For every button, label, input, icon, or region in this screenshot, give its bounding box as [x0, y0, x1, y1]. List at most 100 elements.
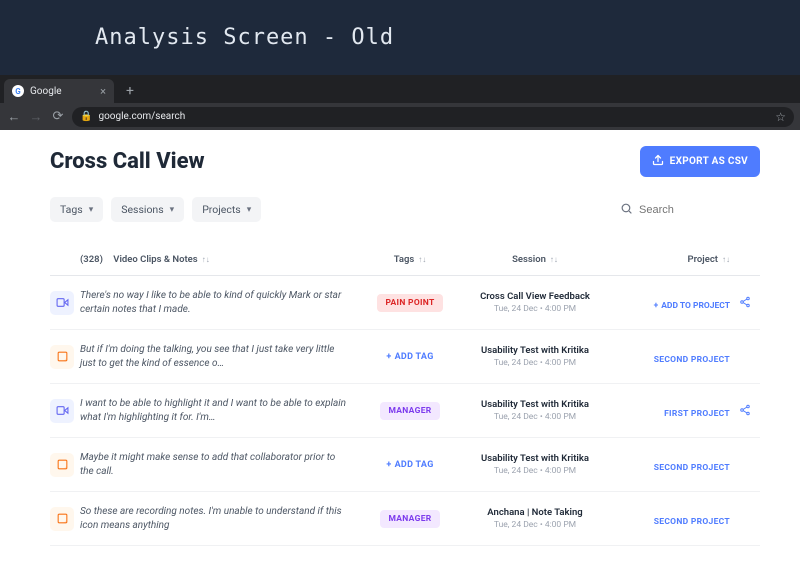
- session-date: Tue, 24 Dec • 4:00 PM: [460, 412, 610, 422]
- project-link[interactable]: SECOND PROJECT: [654, 517, 730, 527]
- add-to-project-label: ADD TO PROJECT: [661, 301, 730, 311]
- table-row[interactable]: So these are recording notes. I'm unable…: [50, 492, 760, 546]
- back-icon[interactable]: ←: [6, 109, 22, 125]
- session-cell: Usability Test with Kritika Tue, 24 Dec •…: [460, 345, 610, 368]
- search-icon: [620, 202, 633, 218]
- clip-text: But if I'm doing the talking, you see th…: [80, 343, 360, 370]
- filter-projects-label: Projects: [202, 203, 241, 216]
- filter-sessions[interactable]: Sessions ▾: [111, 197, 184, 222]
- session-date: Tue, 24 Dec • 4:00 PM: [460, 358, 610, 368]
- add-tag-button[interactable]: + ADD TAG: [386, 352, 433, 362]
- project-cell: + ADD TO PROJECT: [610, 293, 730, 312]
- lock-icon: 🔒: [80, 111, 92, 122]
- table-row[interactable]: I want to be able to highlight it and I …: [50, 384, 760, 438]
- col-session[interactable]: Session ↑↓: [460, 254, 610, 265]
- presentation-title-bar: Analysis Screen - Old: [0, 0, 800, 75]
- toolbar: ← → ⟳ 🔒 google.com/search ☆: [0, 103, 800, 130]
- session-name: Cross Call View Feedback: [460, 291, 610, 302]
- project-link[interactable]: SECOND PROJECT: [654, 355, 730, 365]
- search-input[interactable]: [639, 204, 760, 216]
- col-clips[interactable]: (328) Video Clips & Notes ↑↓: [80, 254, 360, 265]
- add-tag-button[interactable]: +ADD TAG: [386, 460, 433, 470]
- clip-text: So these are recording notes. I'm unable…: [80, 505, 360, 532]
- tag-cell: PAIN POINT: [360, 294, 460, 312]
- col-project-label: Project: [688, 254, 718, 265]
- google-favicon: G: [12, 85, 24, 97]
- export-csv-button[interactable]: EXPORT AS CSV: [640, 146, 760, 177]
- session-name: Usability Test with Kritika: [460, 345, 610, 356]
- table-row[interactable]: But if I'm doing the talking, you see th…: [50, 330, 760, 384]
- tag-cell: + ADD TAG: [360, 352, 460, 362]
- session-name: Usability Test with Kritika: [460, 399, 610, 410]
- note-icon: [50, 507, 74, 531]
- tag-pill[interactable]: MANAGER: [380, 402, 439, 420]
- table-row[interactable]: Maybe it might make sense to add that co…: [50, 438, 760, 492]
- share-cell: [730, 401, 760, 420]
- browser-tab[interactable]: G Google ×: [4, 79, 114, 103]
- search-field[interactable]: [620, 202, 760, 218]
- table-body: There's no way I like to be able to kind…: [50, 276, 760, 546]
- sort-icon: ↑↓: [202, 255, 210, 264]
- chevron-down-icon: ▾: [89, 205, 94, 215]
- session-cell: Usability Test with Kritika Tue, 24 Dec •…: [460, 399, 610, 422]
- tag-pill[interactable]: MANAGER: [380, 510, 439, 528]
- session-cell: Cross Call View FeedbackTue, 24 Dec • 4:…: [460, 291, 610, 314]
- add-tag-label: ADD TAG: [395, 352, 434, 362]
- session-name: Anchana | Note Taking: [460, 507, 610, 518]
- tag-cell: MANAGER: [360, 402, 460, 420]
- project-link[interactable]: FIRST PROJECT: [664, 409, 730, 419]
- upload-icon: [652, 154, 664, 169]
- add-to-project-button[interactable]: + ADD TO PROJECT: [654, 301, 730, 311]
- session-date: Tue, 24 Dec • 4:00 PM: [460, 466, 610, 476]
- share-icon[interactable]: [739, 293, 751, 312]
- filter-tags[interactable]: Tags ▾: [50, 197, 103, 222]
- project-cell: SECOND PROJECT: [610, 347, 730, 366]
- session-date: Tue, 24 Dec • 4:00 PM: [460, 520, 610, 530]
- project-cell: SECOND PROJECT: [610, 509, 730, 528]
- col-tags-label: Tags: [394, 254, 415, 265]
- url-text: google.com/search: [98, 111, 185, 122]
- reload-icon[interactable]: ⟳: [50, 109, 66, 124]
- col-tags[interactable]: Tags ↑↓: [360, 254, 460, 265]
- table-row[interactable]: There's no way I like to be able to kind…: [50, 276, 760, 330]
- share-cell: [730, 293, 760, 312]
- bookmark-star-icon[interactable]: ☆: [775, 110, 786, 124]
- video-icon: [50, 399, 74, 423]
- tab-label: Google: [30, 86, 62, 97]
- table-header: (328) Video Clips & Notes ↑↓ Tags ↑↓ Ses…: [50, 244, 760, 276]
- presentation-title: Analysis Screen - Old: [95, 25, 394, 50]
- plus-icon: +: [386, 460, 391, 470]
- tag-cell: MANAGER: [360, 510, 460, 528]
- project-link[interactable]: SECOND PROJECT: [654, 463, 730, 473]
- page-header: Cross Call View EXPORT AS CSV: [50, 146, 760, 177]
- col-project[interactable]: Project ↑↓: [610, 254, 730, 265]
- chevron-down-icon: ▾: [170, 205, 175, 215]
- browser-chrome: G Google × + ← → ⟳ 🔒 google.com/search ☆: [0, 75, 800, 130]
- plus-icon: +: [386, 352, 391, 362]
- tag-pill[interactable]: PAIN POINT: [377, 294, 442, 312]
- sort-icon: ↑↓: [550, 255, 558, 264]
- video-icon: [50, 291, 74, 315]
- filter-projects[interactable]: Projects ▾: [192, 197, 261, 222]
- address-bar[interactable]: 🔒 google.com/search ☆: [72, 107, 794, 127]
- note-icon: [50, 453, 74, 477]
- clips-label: Video Clips & Notes: [113, 254, 197, 265]
- filters-row: Tags ▾ Sessions ▾ Projects ▾: [50, 197, 760, 222]
- session-name: Usability Test with Kritika: [460, 453, 610, 464]
- session-cell: Anchana | Note Taking Tue, 24 Dec • 4:00 …: [460, 507, 610, 530]
- filter-tags-label: Tags: [60, 203, 83, 216]
- new-tab-button[interactable]: +: [118, 79, 142, 103]
- session-cell: Usability Test with Kritika Tue, 24 Dec •…: [460, 453, 610, 476]
- close-icon[interactable]: ×: [100, 85, 106, 98]
- tab-strip: G Google × +: [0, 75, 800, 103]
- chevron-down-icon: ▾: [247, 205, 252, 215]
- export-label: EXPORT AS CSV: [670, 156, 748, 167]
- forward-icon[interactable]: →: [28, 109, 44, 125]
- clip-text: There's no way I like to be able to kind…: [80, 289, 360, 316]
- share-icon[interactable]: [739, 401, 751, 420]
- filter-sessions-label: Sessions: [121, 203, 163, 216]
- project-cell: SECOND PROJECT: [610, 455, 730, 474]
- tag-cell: +ADD TAG: [360, 460, 460, 470]
- plus-icon: +: [654, 301, 659, 311]
- sort-icon: ↑↓: [418, 255, 426, 264]
